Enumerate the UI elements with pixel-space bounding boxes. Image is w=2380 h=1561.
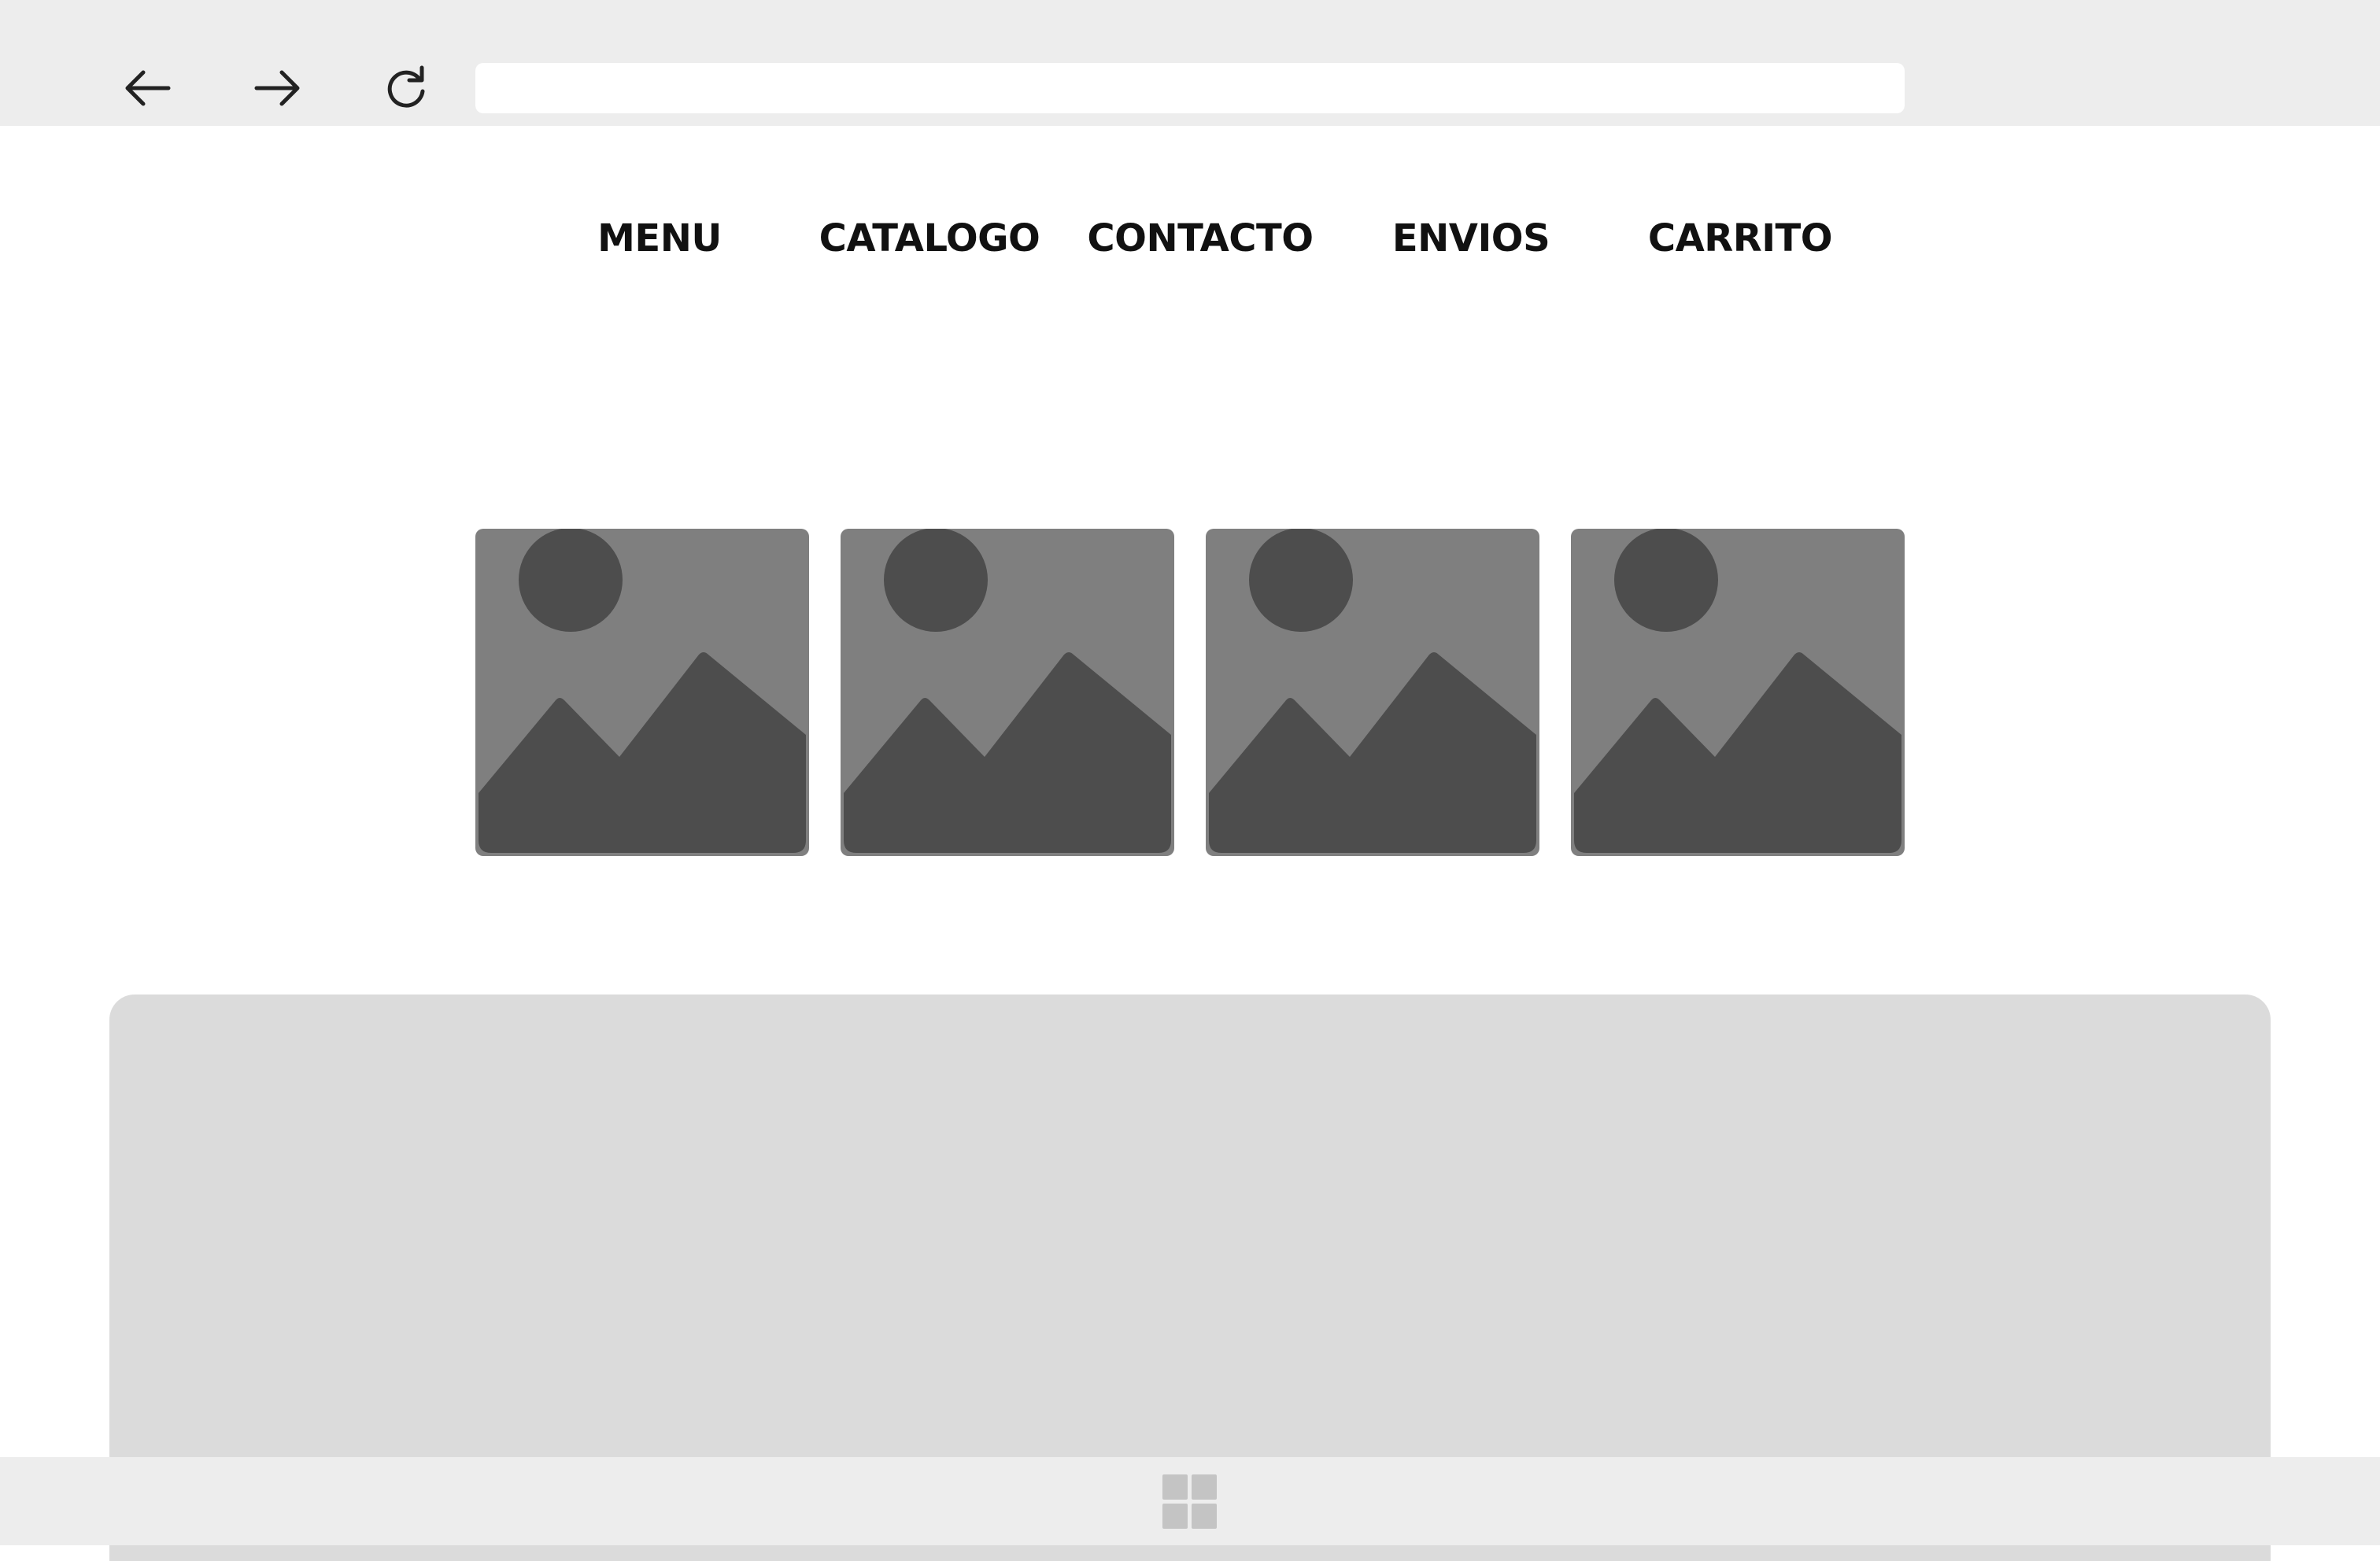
start-tile <box>1192 1504 1217 1529</box>
start-tile <box>1162 1474 1188 1500</box>
nav-link-carrito[interactable]: CARRITO <box>1622 211 1858 266</box>
nav-link-catalogo[interactable]: CATALOGO <box>811 211 1048 266</box>
product-image-4[interactable] <box>1571 529 1905 856</box>
nav-link-menu[interactable]: MENU <box>541 211 778 266</box>
reload-icon <box>387 65 425 108</box>
product-image-1[interactable] <box>475 529 809 856</box>
start-tile <box>1192 1474 1217 1500</box>
nav-link-contacto[interactable]: CONTACTO <box>1082 211 1318 266</box>
back-button[interactable] <box>116 57 179 120</box>
arrow-left-icon <box>125 70 171 106</box>
arrow-right-icon <box>254 70 300 106</box>
forward-button[interactable] <box>246 57 309 120</box>
windows-start-icon[interactable] <box>1162 1474 1218 1530</box>
site-nav: MENU CATALOGO CONTACTO ENVIOS CARRITO <box>0 211 2380 266</box>
address-bar[interactable] <box>475 63 1905 113</box>
image-placeholder-icon <box>479 529 806 853</box>
image-placeholder-icon <box>1574 529 1901 853</box>
nav-link-envios[interactable]: ENVIOS <box>1353 211 1589 266</box>
product-image-2[interactable] <box>841 529 1174 856</box>
image-placeholder-icon <box>1209 529 1536 853</box>
product-image-3[interactable] <box>1206 529 1539 856</box>
reload-button[interactable] <box>375 57 438 120</box>
start-tile <box>1162 1504 1188 1529</box>
image-placeholder-icon <box>844 529 1171 853</box>
